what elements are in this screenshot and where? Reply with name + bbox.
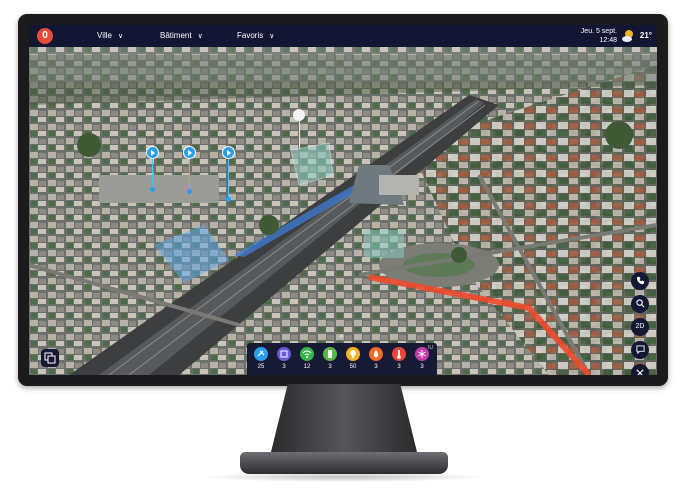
poi-stem [299, 121, 300, 149]
sensor-temperature[interactable]: 3 [389, 347, 409, 370]
sensor-count: 3 [374, 364, 378, 370]
poi-marker[interactable] [183, 146, 196, 159]
aerial-map-view[interactable] [29, 25, 657, 375]
layers-toggle-button[interactable] [41, 349, 59, 367]
sensor-cooling[interactable]: 3 [412, 347, 432, 370]
sensor-count: 3 [328, 364, 332, 370]
date-time: Jeu. 5 sept. 12:48 [581, 27, 617, 45]
brand-logo[interactable]: 0 [37, 28, 53, 44]
close-button[interactable] [631, 364, 649, 375]
chat-button[interactable] [631, 341, 649, 359]
lightbulb-icon [346, 347, 360, 361]
nav-menu-label: Ville [97, 31, 112, 40]
poi-stem [152, 159, 153, 189]
sensor-count: 3 [397, 364, 401, 370]
nav-menu-label: Favoris [237, 31, 264, 40]
sensor-lighting[interactable]: 50 [343, 347, 363, 370]
monitor-stand-base [240, 452, 448, 474]
monitor-frame: 0 Ville ∨ Bâtiment ∨ Favoris ∨ Jeu. 5 sept.… [18, 14, 668, 386]
top-navigation-bar: 0 Ville ∨ Bâtiment ∨ Favoris ∨ Jeu. 5 sept.… [29, 25, 657, 47]
nav-menu-label: Bâtiment [160, 31, 192, 40]
phone-button[interactable] [631, 272, 649, 290]
view-2d-button[interactable]: 2D [631, 318, 649, 336]
phone-icon [636, 276, 644, 285]
sensor-count: 50 [349, 364, 357, 370]
search-icon [635, 299, 644, 308]
poi-marker[interactable] [222, 146, 235, 159]
snowflake-icon [415, 347, 429, 361]
poi-ground-dot [226, 197, 231, 202]
time-text: 12:48 [599, 37, 617, 44]
wifi-icon [300, 347, 314, 361]
thermometer-icon [392, 347, 406, 361]
chevron-double-up-icon[interactable]: ⌃ [338, 334, 345, 343]
poi-ground-dot [187, 189, 192, 194]
monitor-shadow [200, 472, 486, 482]
search-button[interactable] [631, 295, 649, 313]
sensor-wifi[interactable]: 12 [297, 347, 317, 370]
sensor-satellite[interactable]: 25 [251, 347, 271, 370]
poi-stem [189, 159, 190, 191]
sensor-count: 3 [420, 364, 424, 370]
right-toolbar: 2D [631, 272, 649, 375]
sensor-bar: ⌃ IU 25 3 12 3 50 3 3 3 [247, 334, 437, 375]
battery-icon [323, 347, 337, 361]
building-icon [277, 347, 291, 361]
chevron-down-icon: ∨ [117, 33, 124, 40]
building-poi-marker[interactable] [293, 109, 305, 121]
nav-menu-batiment[interactable]: Bâtiment ∨ [160, 25, 203, 47]
fire-icon [369, 347, 383, 361]
temperature: 21° [639, 31, 652, 40]
screen: 0 Ville ∨ Bâtiment ∨ Favoris ∨ Jeu. 5 sept.… [29, 25, 657, 375]
chevron-down-icon: ∨ [269, 33, 275, 40]
sensor-building[interactable]: 3 [274, 347, 294, 370]
sensor-count: 3 [282, 364, 286, 370]
nav-menu-favoris[interactable]: Favoris ∨ [237, 25, 274, 47]
poi-marker[interactable] [146, 146, 159, 159]
nav-menu-ville[interactable]: Ville ∨ [97, 25, 123, 47]
poi-stem [228, 159, 229, 199]
sun-cloud-icon [622, 30, 633, 42]
poi-ground-dot [150, 187, 155, 192]
close-icon [636, 369, 644, 375]
sensor-fire[interactable]: 3 [366, 347, 386, 370]
sensor-count: 12 [303, 364, 311, 370]
sensor-battery[interactable]: 3 [320, 347, 340, 370]
monitor-stand-neck [270, 384, 418, 456]
satellite-icon [254, 347, 268, 361]
layers-icon [44, 352, 56, 364]
chevron-down-icon: ∨ [197, 33, 203, 40]
date-text: Jeu. 5 sept. [580, 28, 617, 35]
sensor-count: 25 [257, 364, 265, 370]
chat-icon [635, 345, 645, 355]
